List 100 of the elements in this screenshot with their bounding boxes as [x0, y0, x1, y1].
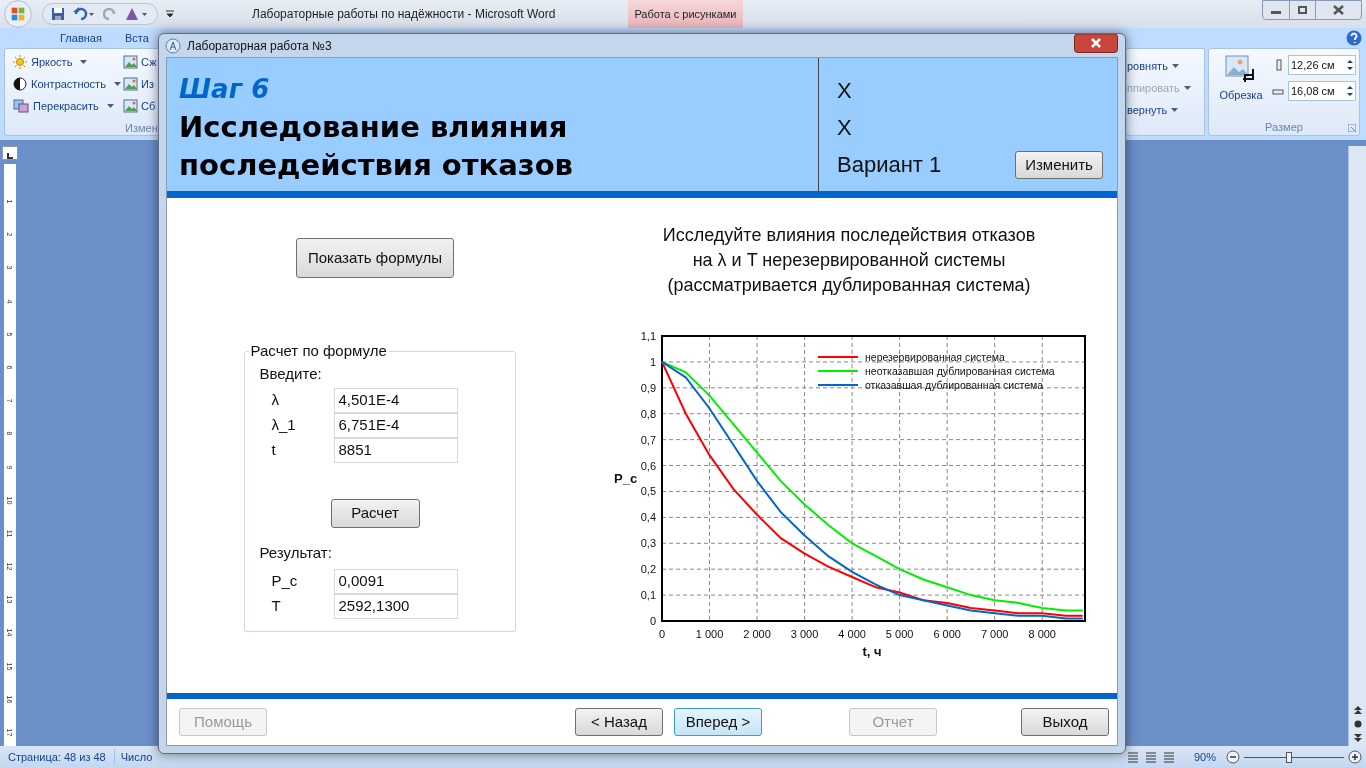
y-tick-label: 0,4	[640, 511, 656, 524]
legend-label: отказавшая дублированная система	[864, 379, 1043, 391]
step-heading: Исследование влияния последействия отказов	[179, 109, 574, 184]
x-tick-label: 7 000	[980, 628, 1008, 640]
y-tick-label: 1,1	[640, 330, 656, 342]
zoom-slider[interactable]	[1244, 750, 1344, 764]
x-tick-label: 4 000	[837, 628, 866, 640]
ribbon-command[interactable]: вернуть	[1127, 101, 1204, 119]
ribbon-command[interactable]: Перекрасить	[13, 97, 123, 115]
vertical-scrollbar[interactable]	[1348, 146, 1366, 746]
picture-tool-icon	[123, 54, 139, 70]
ribbon-command[interactable]: Яркость	[13, 53, 123, 71]
info-text: X	[837, 114, 853, 142]
value-field[interactable]: 4,501E-4	[333, 388, 458, 413]
size-field[interactable]: 16,08 см	[1288, 81, 1356, 101]
spinner-icon[interactable]	[1347, 59, 1353, 71]
x-tick-label: 0	[658, 628, 665, 640]
crop-icon	[1225, 55, 1257, 83]
value-field[interactable]: 8851	[333, 438, 458, 463]
y-tick-label: 0	[649, 615, 656, 627]
input-heading: Введите:	[259, 363, 323, 384]
step-label: Шаг 6	[179, 74, 271, 104]
crop-button[interactable]: Обрезка	[1215, 55, 1267, 120]
field-label: P_c	[270, 570, 299, 591]
field-label: T	[270, 595, 282, 616]
y-axis-label: P_c	[613, 471, 637, 486]
save-icon[interactable]	[51, 7, 65, 21]
legend-label: нерезервированная система	[864, 351, 1005, 363]
change-button[interactable]: Изменить	[1015, 151, 1103, 179]
word-count[interactable]: Число	[114, 748, 153, 766]
ribbon-command[interactable]: Контрастность	[13, 75, 123, 93]
office-button-icon[interactable]	[4, 0, 32, 28]
show-formulas-button[interactable]: Показать формулы	[296, 238, 454, 278]
value-field[interactable]: 0,0091	[333, 568, 458, 594]
view-icon[interactable]	[1143, 751, 1158, 763]
shapes-icon[interactable]	[125, 7, 149, 21]
page-count[interactable]: Страница: 48 из 48	[0, 748, 115, 766]
x-tick-label: 8 000	[1027, 628, 1056, 640]
x-axis-label: t, ч	[861, 644, 882, 659]
caret-icon	[1171, 64, 1179, 68]
y-tick-label: 0,8	[640, 407, 656, 420]
customize-toolbar-icon[interactable]	[166, 10, 174, 18]
zoom-in-icon[interactable]	[1348, 750, 1362, 764]
y-tick-label: 0,7	[640, 433, 656, 446]
spinner-icon[interactable]	[1347, 85, 1353, 97]
help-icon[interactable]	[1346, 30, 1362, 46]
caret-icon	[106, 104, 114, 108]
ribbon-command[interactable]: ровнять	[1127, 57, 1204, 75]
ribbon-command[interactable]: Из	[123, 75, 157, 93]
dialog-title: Лабораторная работа №3	[187, 37, 332, 55]
x-tick-label: 1 000	[695, 628, 723, 640]
field-label: λ_1	[270, 415, 297, 436]
zoom-level[interactable]: 90%	[1193, 748, 1216, 766]
field-label: λ	[270, 390, 280, 411]
ribbon-tab[interactable]: Главная	[60, 29, 102, 47]
caret-icon	[1171, 108, 1179, 112]
tab-stop-button[interactable]	[2, 146, 18, 160]
zoom-out-icon[interactable]	[1226, 750, 1240, 764]
caret-icon	[80, 60, 88, 64]
nav-button[interactable]: Выход	[1021, 708, 1109, 736]
view-icon[interactable]	[1161, 751, 1176, 763]
window-title: Лабораторные работы по надёжности - Microsoft Word	[252, 6, 556, 23]
value-field[interactable]: 6,751E-4	[333, 413, 458, 438]
x-tick-label: 3 000	[790, 628, 818, 640]
zoom-thumb[interactable]	[1286, 751, 1293, 763]
view-icon[interactable]	[1125, 751, 1140, 763]
app-icon	[165, 37, 181, 54]
group-legend: Расчет по формуле	[248, 340, 389, 363]
recolor-icon	[13, 99, 29, 113]
contrast-icon	[13, 77, 27, 91]
ribbon-command[interactable]: Сж	[123, 53, 157, 71]
result-heading: Результат:	[259, 543, 333, 563]
ribbon-command[interactable]: Сб	[123, 97, 157, 115]
dialog-launcher-icon[interactable]	[1348, 123, 1356, 132]
calculate-button[interactable]: Расчет	[330, 499, 420, 528]
next-page-icon[interactable]	[1353, 734, 1362, 742]
size-field[interactable]: 12,26 см	[1288, 55, 1356, 75]
y-tick-label: 0,9	[640, 381, 656, 394]
y-tick-label: 0,1	[640, 589, 656, 602]
y-tick-label: 0,3	[640, 537, 656, 550]
contextual-tab-label: Работа с рисунками	[628, 0, 743, 28]
y-tick-label: 0,6	[640, 459, 656, 472]
x-tick-label: 5 000	[885, 628, 913, 640]
y-tick-label: 0,2	[640, 563, 656, 576]
x-tick-label: 6 000	[932, 628, 961, 640]
group-label: Размер	[1265, 120, 1303, 136]
nav-button[interactable]: < Назад	[575, 708, 663, 736]
picture-tool-icon	[123, 76, 139, 92]
info-text: X	[837, 77, 853, 105]
x-tick-label: 2 000	[742, 628, 771, 640]
variant-label: Вариант 1	[837, 151, 942, 179]
ribbon-tab[interactable]: Вста	[124, 29, 149, 47]
browse-object-icon[interactable]	[1353, 720, 1362, 728]
field-label: t	[270, 440, 277, 461]
undo-icon[interactable]	[73, 7, 95, 21]
value-field[interactable]: 2592,1300	[333, 593, 458, 619]
close-icon[interactable]	[1074, 34, 1118, 53]
previous-page-icon[interactable]	[1353, 706, 1362, 714]
nav-button[interactable]: Вперед >	[674, 708, 762, 736]
picture-tool-icon	[123, 98, 139, 114]
